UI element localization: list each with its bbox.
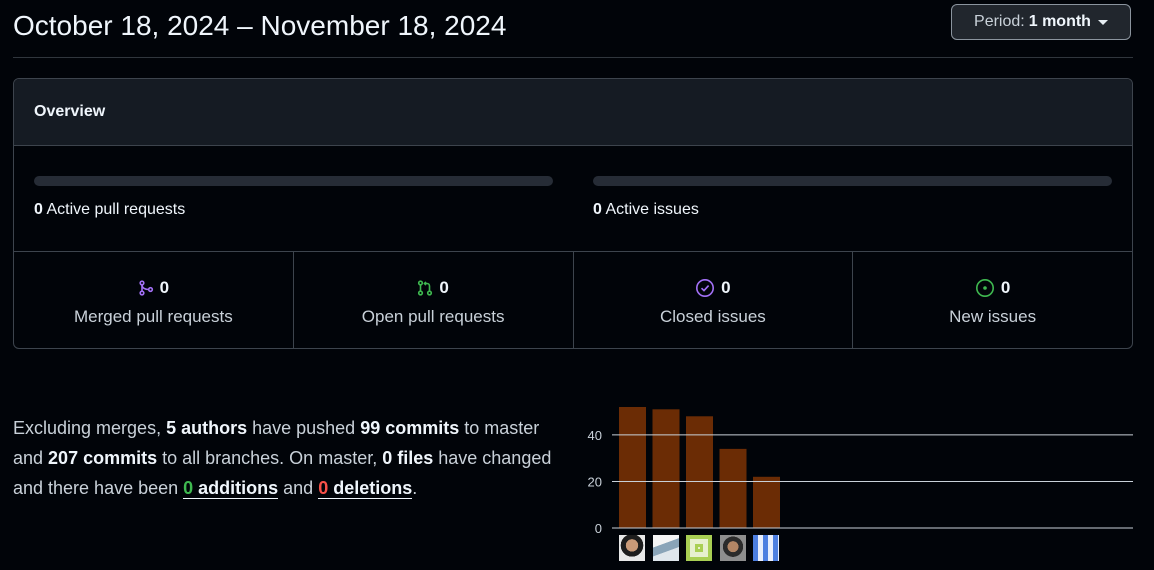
overview-heading: Overview xyxy=(34,103,106,120)
additions-count: 0 xyxy=(183,478,194,498)
overview-stat-cells: 0 Merged pull requests 0 Open pull reque… xyxy=(14,252,1132,348)
active-issues-label: Active issues xyxy=(605,201,699,218)
overview-box: Overview 0 Active pull requests 0 Active… xyxy=(13,78,1133,349)
commit-bar[interactable] xyxy=(719,448,747,528)
deletions-link[interactable]: 0 deletions xyxy=(318,478,413,499)
period-value: 1 month xyxy=(1028,13,1091,30)
new-issue-icon xyxy=(975,279,994,297)
active-issues-link[interactable]: 0 Active issues xyxy=(593,201,699,219)
active-pull-requests-label: Active pull requests xyxy=(46,201,186,218)
y-tick-label: 40 xyxy=(588,428,602,443)
merged-pr-icon xyxy=(139,280,153,296)
new-issues-count: 0 xyxy=(1000,278,1011,297)
author-avatar[interactable] xyxy=(686,535,712,561)
summary-text-2: have pushed xyxy=(247,418,361,438)
y-tick-label: 20 xyxy=(588,474,602,489)
merged-pull-requests-count: 0 xyxy=(159,278,170,297)
author-avatar[interactable] xyxy=(652,535,679,561)
authors-count: 5 authors xyxy=(166,418,248,438)
author-avatar[interactable] xyxy=(619,535,645,561)
commits-count: 99 commits xyxy=(360,418,460,438)
active-pull-requests-bar xyxy=(34,176,553,186)
closed-issues-cell[interactable]: 0 Closed issues xyxy=(574,252,854,348)
author-avatar[interactable] xyxy=(753,535,779,561)
closed-issue-icon xyxy=(696,279,715,297)
commit-bar[interactable] xyxy=(686,416,713,528)
caret-down-icon xyxy=(1097,19,1108,25)
merged-pull-requests-cell[interactable]: 0 Merged pull requests xyxy=(14,252,294,348)
all-branches-commits-count: 207 commits xyxy=(48,448,158,468)
period-dropdown-button[interactable]: Period: 1 month xyxy=(951,4,1131,40)
active-pull-requests-link[interactable]: 0 Active pull requests xyxy=(34,201,185,219)
overview-header: Overview xyxy=(14,79,1132,146)
header-divider xyxy=(13,57,1133,58)
open-pull-requests-count: 0 xyxy=(439,278,449,297)
summary-text-1: Excluding merges, xyxy=(13,418,167,438)
new-issues-cell[interactable]: 0 New issues xyxy=(853,252,1132,348)
deletions-word: deletions xyxy=(328,478,413,498)
period-label: Period: xyxy=(974,13,1025,30)
closed-issues-label: Closed issues xyxy=(659,307,766,326)
deletions-count: 0 xyxy=(318,478,329,498)
open-pull-requests-label: Open pull requests xyxy=(361,307,505,326)
author-avatar[interactable] xyxy=(719,535,746,561)
commit-bar[interactable] xyxy=(619,406,646,528)
new-issues-label: New issues xyxy=(949,307,1037,326)
commit-bar[interactable] xyxy=(652,409,680,528)
additions-word: additions xyxy=(193,478,279,498)
contributors-pulse-page: October 18, 2024 – November 18, 2024 Per… xyxy=(0,0,1154,570)
active-issues-count: 0 xyxy=(593,201,602,218)
open-pr-icon xyxy=(418,280,433,296)
files-count: 0 files xyxy=(382,448,434,468)
commit-bar[interactable] xyxy=(753,476,780,528)
summary-text-7: . xyxy=(412,478,418,498)
page-title: October 18, 2024 – November 18, 2024 xyxy=(13,10,507,41)
y-tick-label: 0 xyxy=(595,521,602,535)
active-pull-requests-count: 0 xyxy=(34,201,43,218)
summary-text-6: and xyxy=(278,478,319,498)
commits-chart-svg: 0 20 40 xyxy=(588,406,1133,536)
commits-by-author-chart: 0 20 40 xyxy=(585,395,1135,565)
closed-issues-count: 0 xyxy=(721,278,731,297)
open-pull-requests-cell[interactable]: 0 Open pull requests xyxy=(294,252,574,348)
commit-summary: Excluding merges, 5 authors have pushed … xyxy=(13,413,553,503)
merged-pull-requests-label: Merged pull requests xyxy=(73,307,233,326)
additions-link[interactable]: 0 additions xyxy=(183,478,279,499)
active-issues-bar xyxy=(593,176,1112,186)
summary-text-4: to all branches. On master, xyxy=(157,448,383,468)
